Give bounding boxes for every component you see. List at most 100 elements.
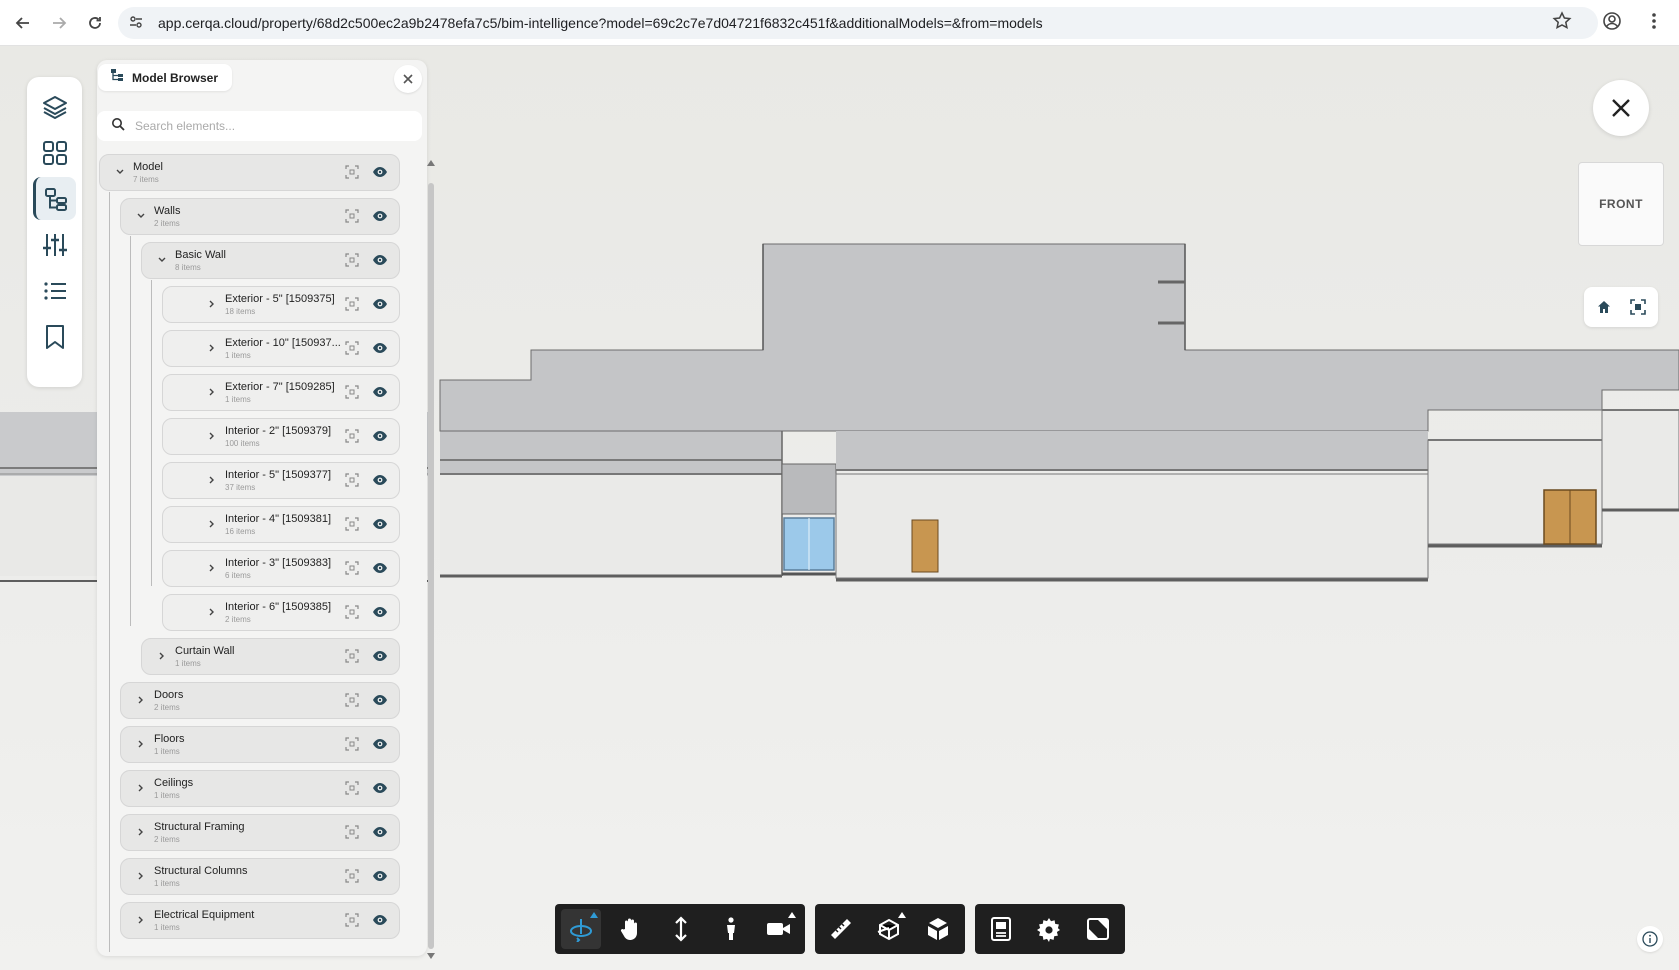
- focus-element-icon[interactable]: [345, 473, 359, 487]
- forward-icon[interactable]: [47, 11, 71, 35]
- visibility-eye-icon[interactable]: [372, 562, 388, 574]
- tree-row[interactable]: Exterior - 10" [150937... 1 items: [162, 330, 400, 367]
- fit-view-icon[interactable]: [1629, 298, 1647, 316]
- visibility-eye-icon[interactable]: [372, 738, 388, 750]
- chevron-down-icon[interactable]: [136, 211, 146, 221]
- tree-row[interactable]: Interior - 4" [1509381] 16 items: [162, 506, 400, 543]
- visibility-eye-icon[interactable]: [372, 430, 388, 442]
- focus-element-icon[interactable]: [345, 649, 359, 663]
- orbit-button[interactable]: [561, 909, 601, 949]
- focus-element-icon[interactable]: [345, 737, 359, 751]
- chevron-down-icon[interactable]: [115, 167, 125, 177]
- panel-close-button[interactable]: [394, 65, 422, 93]
- visibility-eye-icon[interactable]: [372, 826, 388, 838]
- chevron-right-icon[interactable]: [136, 871, 146, 881]
- visibility-eye-icon[interactable]: [372, 386, 388, 398]
- visibility-eye-icon[interactable]: [372, 650, 388, 662]
- tree-row[interactable]: Walls 2 items: [120, 198, 400, 235]
- chevron-right-icon[interactable]: [136, 739, 146, 749]
- focus-element-icon[interactable]: [345, 913, 359, 927]
- back-icon[interactable]: [11, 11, 35, 35]
- profile-icon[interactable]: [1602, 11, 1622, 36]
- tree-row[interactable]: Exterior - 7" [1509285] 1 items: [162, 374, 400, 411]
- visibility-eye-icon[interactable]: [372, 210, 388, 222]
- tree-row[interactable]: Interior - 5" [1509377] 37 items: [162, 462, 400, 499]
- focus-element-icon[interactable]: [345, 605, 359, 619]
- search-field[interactable]: [97, 111, 422, 141]
- chevron-right-icon[interactable]: [207, 387, 217, 397]
- bookmark-star-icon[interactable]: [1552, 11, 1572, 36]
- list-icon[interactable]: [33, 269, 76, 312]
- visibility-eye-icon[interactable]: [372, 782, 388, 794]
- reload-icon[interactable]: [83, 11, 107, 35]
- chevron-right-icon[interactable]: [207, 343, 217, 353]
- visibility-eye-icon[interactable]: [372, 298, 388, 310]
- tree-row[interactable]: Floors 1 items: [120, 726, 400, 763]
- chevron-right-icon[interactable]: [207, 563, 217, 573]
- explode-button[interactable]: [918, 909, 958, 949]
- focus-element-icon[interactable]: [345, 517, 359, 531]
- browser-menu-icon[interactable]: [1651, 11, 1657, 36]
- tree-row[interactable]: Interior - 6" [1509385] 2 items: [162, 594, 400, 631]
- visibility-eye-icon[interactable]: [372, 606, 388, 618]
- tree-row[interactable]: Doors 2 items: [120, 682, 400, 719]
- layers-icon[interactable]: [33, 85, 76, 128]
- tree-row[interactable]: Basic Wall 8 items: [141, 242, 400, 279]
- focus-element-icon[interactable]: [345, 561, 359, 575]
- section-button[interactable]: [869, 909, 909, 949]
- tree-row[interactable]: Exterior - 5" [1509375] 18 items: [162, 286, 400, 323]
- visibility-eye-icon[interactable]: [372, 342, 388, 354]
- dolly-button[interactable]: [661, 909, 701, 949]
- focus-element-icon[interactable]: [345, 209, 359, 223]
- focus-element-icon[interactable]: [345, 297, 359, 311]
- chevron-right-icon[interactable]: [157, 651, 167, 661]
- scroll-thumb[interactable]: [428, 183, 434, 949]
- chevron-right-icon[interactable]: [136, 827, 146, 837]
- visibility-eye-icon[interactable]: [372, 870, 388, 882]
- tree-row[interactable]: Electrical Equipment 1 items: [120, 902, 400, 939]
- grid-icon[interactable]: [33, 131, 76, 174]
- chevron-right-icon[interactable]: [207, 431, 217, 441]
- focus-element-icon[interactable]: [345, 825, 359, 839]
- visibility-eye-icon[interactable]: [372, 166, 388, 178]
- chevron-right-icon[interactable]: [207, 519, 217, 529]
- tree-row[interactable]: Structural Framing 2 items: [120, 814, 400, 851]
- focus-element-icon[interactable]: [345, 693, 359, 707]
- chevron-right-icon[interactable]: [136, 695, 146, 705]
- view-cube[interactable]: FRONT: [1578, 162, 1664, 246]
- search-input[interactable]: [135, 119, 395, 133]
- chevron-right-icon[interactable]: [207, 299, 217, 309]
- sliders-icon[interactable]: [33, 223, 76, 266]
- info-button[interactable]: [1637, 926, 1663, 952]
- close-viewer-button[interactable]: [1593, 80, 1649, 136]
- focus-element-icon[interactable]: [345, 165, 359, 179]
- visibility-eye-icon[interactable]: [372, 254, 388, 266]
- settings-button[interactable]: [1029, 909, 1069, 949]
- chevron-right-icon[interactable]: [207, 607, 217, 617]
- model-tree-icon[interactable]: [33, 177, 76, 220]
- focus-element-icon[interactable]: [345, 385, 359, 399]
- chevron-down-icon[interactable]: [157, 255, 167, 265]
- focus-element-icon[interactable]: [345, 253, 359, 267]
- visibility-eye-icon[interactable]: [372, 474, 388, 486]
- site-settings-icon[interactable]: [128, 14, 144, 35]
- tree-scrollbar[interactable]: [426, 158, 436, 960]
- chevron-right-icon[interactable]: [136, 783, 146, 793]
- bookmark-icon[interactable]: [33, 315, 76, 358]
- walk-button[interactable]: [711, 909, 751, 949]
- focus-element-icon[interactable]: [345, 869, 359, 883]
- view-cube-face-label[interactable]: FRONT: [1599, 197, 1643, 211]
- tree-row[interactable]: Interior - 3" [1509383] 6 items: [162, 550, 400, 587]
- tree-row[interactable]: Model 7 items: [99, 154, 400, 191]
- tree-row[interactable]: Curtain Wall 1 items: [141, 638, 400, 675]
- fullscreen-button[interactable]: [1078, 909, 1118, 949]
- home-view-icon[interactable]: [1595, 298, 1613, 316]
- focus-element-icon[interactable]: [345, 341, 359, 355]
- focus-element-icon[interactable]: [345, 429, 359, 443]
- tree-row[interactable]: Interior - 2" [1509379] 100 items: [162, 418, 400, 455]
- properties-button[interactable]: [981, 909, 1021, 949]
- visibility-eye-icon[interactable]: [372, 914, 388, 926]
- visibility-eye-icon[interactable]: [372, 518, 388, 530]
- chevron-right-icon[interactable]: [207, 475, 217, 485]
- chevron-right-icon[interactable]: [136, 915, 146, 925]
